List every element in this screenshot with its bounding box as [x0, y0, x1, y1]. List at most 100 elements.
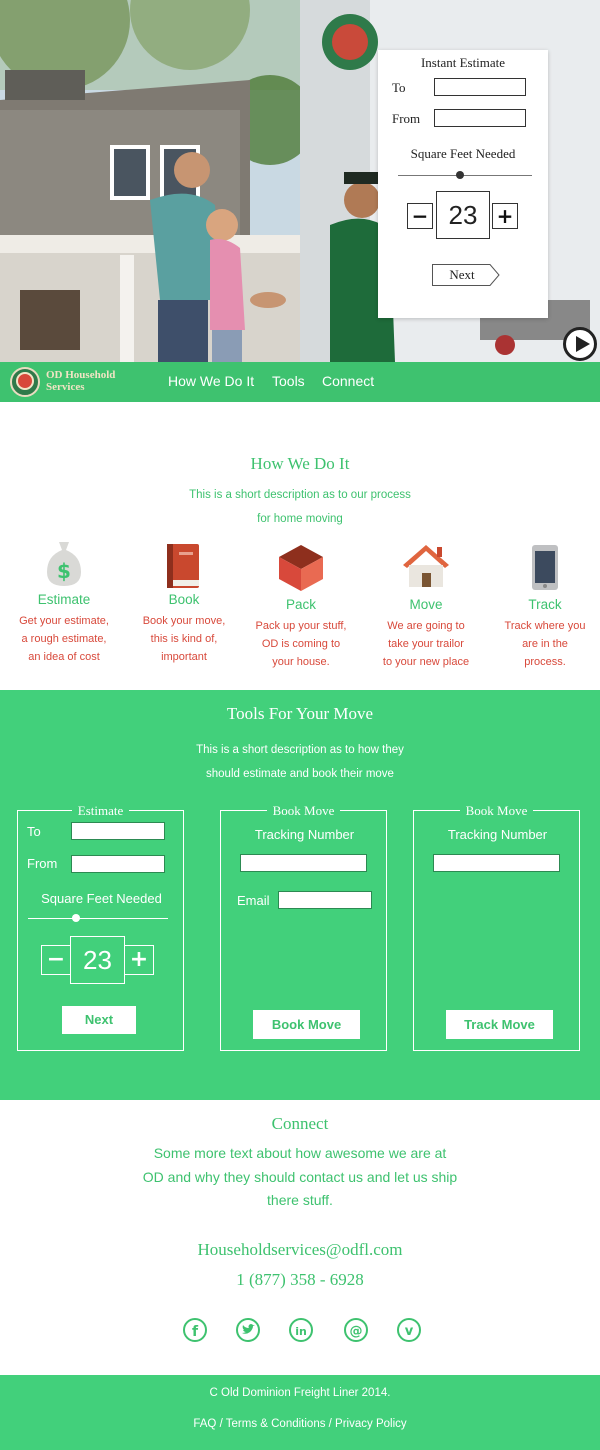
- tools-desc-line1: This is a short description as to how th…: [196, 744, 404, 756]
- sqft-value[interactable]: 23: [436, 191, 490, 239]
- to-input[interactable]: [71, 822, 165, 840]
- logo-line1: OD Household: [46, 369, 116, 381]
- tracking-number-label: Tracking Number: [254, 827, 355, 842]
- phone-icon: [532, 545, 558, 590]
- step-desc-line: important: [161, 651, 207, 663]
- contact-phone-link[interactable]: 1 (877) 358 - 6928: [0, 1270, 600, 1290]
- twitter-icon[interactable]: [236, 1318, 260, 1342]
- how-we-do-it-title: How We Do It: [250, 454, 350, 473]
- connect-text-line3: there stuff.: [267, 1192, 333, 1208]
- step-title: Book: [168, 592, 200, 607]
- step-desc-line: to your new place: [382, 656, 470, 668]
- step-desc-line: are in the: [522, 638, 568, 650]
- increment-button[interactable]: +: [124, 945, 154, 975]
- next-button[interactable]: Next: [62, 1006, 136, 1034]
- estimate-panel-title: Estimate: [71, 803, 130, 818]
- facebook-icon[interactable]: f: [183, 1318, 207, 1342]
- track-move-panel-title: Book Move: [459, 803, 534, 818]
- connect-title: Connect: [271, 1114, 329, 1133]
- decrement-button[interactable]: −: [407, 203, 433, 229]
- to-input[interactable]: [434, 78, 526, 96]
- from-input[interactable]: [434, 109, 526, 127]
- svg-text:v: v: [405, 1324, 414, 1338]
- main-nav: OD Household Services How We Do It Tools…: [0, 362, 600, 402]
- footer: C Old Dominion Freight Liner 2014. FAQ /…: [0, 1375, 600, 1450]
- book-move-button[interactable]: Book Move: [253, 1010, 360, 1039]
- from-label: From: [392, 111, 421, 126]
- step-desc-line: Pack up your stuff,: [255, 620, 347, 632]
- money-bag-icon: $: [47, 542, 81, 586]
- panel-legend: Estimate: [18, 802, 183, 820]
- decrement-button[interactable]: −: [41, 945, 71, 975]
- sqft-value[interactable]: 23: [70, 936, 125, 984]
- vimeo-icon[interactable]: v: [397, 1318, 421, 1342]
- tools-section: Tools For Your Move This is a short desc…: [0, 690, 600, 1100]
- svg-text:f: f: [192, 1324, 199, 1338]
- sqft-label: Square Feet Needed: [41, 891, 162, 906]
- step-desc-line: your house.: [272, 656, 330, 668]
- book-move-panel-title: Book Move: [266, 803, 341, 818]
- sqft-slider[interactable]: [28, 918, 168, 919]
- increment-button[interactable]: +: [492, 203, 518, 229]
- email-input[interactable]: [278, 891, 372, 909]
- svg-text:$: $: [57, 559, 71, 583]
- step-desc-line: OD is coming to: [261, 638, 341, 650]
- track-move-button[interactable]: Track Move: [446, 1010, 553, 1039]
- tracking-number-input[interactable]: [433, 854, 560, 872]
- step-title: Pack: [285, 597, 316, 612]
- step-desc-line: We are going to: [387, 620, 465, 632]
- svg-text:@: @: [350, 1324, 363, 1338]
- step-desc-line: take your trailor: [388, 638, 464, 650]
- nav-connect[interactable]: Connect: [322, 373, 374, 389]
- sqft-slider[interactable]: [398, 175, 532, 176]
- to-label: To: [392, 80, 406, 95]
- sqft-slider-handle[interactable]: [455, 171, 464, 179]
- step-title: Move: [409, 597, 443, 612]
- step-desc-line: process.: [524, 656, 566, 668]
- estimate-panel: Estimate To From Square Feet Needed − 23…: [17, 803, 184, 1051]
- tracking-number-input[interactable]: [240, 854, 367, 872]
- play-video-button[interactable]: [563, 327, 597, 361]
- from-input[interactable]: [71, 855, 165, 873]
- how-desc-line2: for home moving: [257, 513, 343, 525]
- contact-email-link[interactable]: Householdservices@odfl.com: [0, 1240, 600, 1260]
- sqft-label: Square Feet Needed: [410, 146, 516, 161]
- tracking-number-label: Tracking Number: [447, 827, 548, 842]
- step-desc-line: a rough estimate,: [21, 633, 107, 645]
- step-desc-line: this is kind of,: [150, 633, 218, 645]
- footer-links[interactable]: FAQ / Terms & Conditions / Privacy Polic…: [0, 1418, 600, 1430]
- od-logo-icon[interactable]: [10, 367, 40, 397]
- next-button[interactable]: Next: [432, 264, 500, 286]
- box-icon: [279, 545, 323, 591]
- sqft-slider-handle[interactable]: [71, 914, 80, 922]
- to-label: To: [27, 824, 41, 839]
- step-desc-line: Get your estimate,: [19, 615, 109, 627]
- book-move-panel: Book Move Tracking Number Email Book Mov…: [220, 803, 387, 1051]
- book-icon: [167, 544, 199, 588]
- tools-desc-line2: should estimate and book their move: [206, 768, 394, 780]
- connect-text-line1: Some more text about how awesome we are …: [153, 1145, 447, 1161]
- panel-legend: Book Move: [414, 802, 579, 820]
- svg-text:in: in: [295, 1325, 307, 1338]
- nav-tools[interactable]: Tools: [272, 373, 305, 389]
- step-title: Estimate: [37, 592, 91, 607]
- linkedin-icon[interactable]: in: [289, 1318, 313, 1342]
- email-label: Email: [237, 893, 270, 908]
- next-label: Next: [449, 267, 475, 282]
- step-title: Track: [528, 597, 562, 612]
- connect-text-line2: OD and why they should contact us and le…: [142, 1169, 458, 1185]
- copyright-text: C Old Dominion Freight Liner 2014.: [209, 1387, 391, 1399]
- email-at-icon[interactable]: @: [344, 1318, 368, 1342]
- house-icon: [403, 545, 449, 587]
- panel-legend: Book Move: [221, 802, 386, 820]
- instant-estimate-card: Instant Estimate To From Square Feet Nee…: [378, 50, 548, 318]
- hero-banner: Instant Estimate To From Square Feet Nee…: [0, 0, 600, 362]
- step-desc-line: Book your move,: [142, 615, 226, 627]
- track-move-panel: Book Move Tracking Number Track Move: [413, 803, 580, 1051]
- nav-how-we-do-it[interactable]: How We Do It: [168, 373, 254, 389]
- logo-text[interactable]: OD Household Services: [46, 369, 115, 393]
- step-desc-line: an idea of cost: [28, 651, 100, 663]
- logo-line2: Services: [46, 381, 85, 393]
- from-label: From: [27, 856, 58, 871]
- instant-estimate-title: Instant Estimate: [420, 55, 506, 70]
